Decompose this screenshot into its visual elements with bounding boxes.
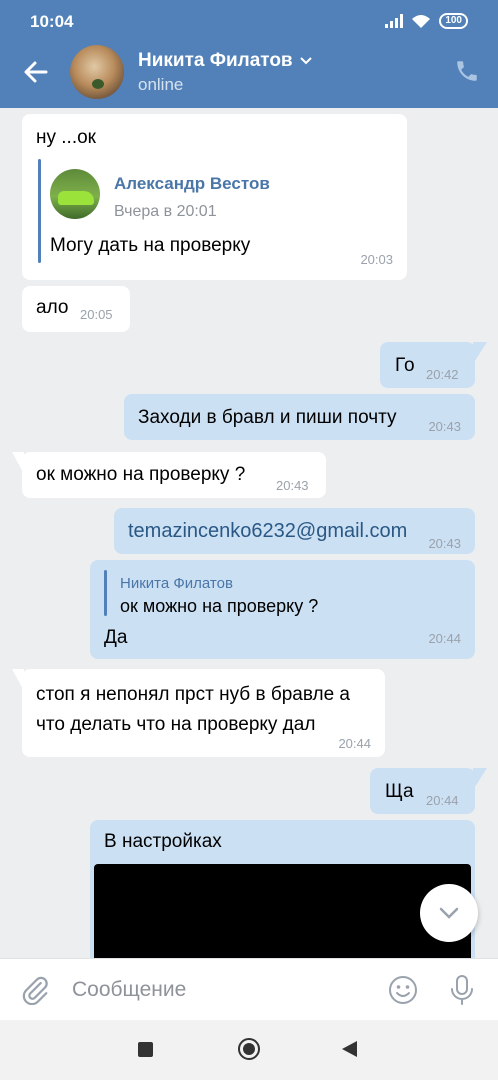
contact-status: online <box>138 75 184 94</box>
microphone-icon[interactable] <box>448 974 476 1006</box>
contact-name[interactable]: Никита Филатов <box>138 50 313 72</box>
message-input[interactable]: Сообщение <box>72 978 186 1002</box>
message-time: 20:44 <box>428 631 461 646</box>
scroll-down-button[interactable] <box>420 884 478 942</box>
signal-icon <box>385 14 404 28</box>
clock: 10:04 <box>30 12 74 31</box>
message-outgoing[interactable]: Ща 20:44 <box>370 768 487 814</box>
message-incoming[interactable]: ну ...ок Александр Вестов Вчера в 20:01 … <box>22 114 407 280</box>
system-navigation-bar <box>0 1020 498 1080</box>
message-text-line2: что делать что на проверку дал <box>36 714 316 735</box>
message-time: 20:43 <box>428 536 461 551</box>
message-incoming[interactable]: ало 20:05 <box>22 286 130 332</box>
message-outgoing[interactable]: Никита Филатов ок можно на проверку ? Да… <box>90 560 475 659</box>
message-input-bar: Сообщение <box>0 958 498 1020</box>
emoji-icon[interactable] <box>388 975 418 1005</box>
message-time: 20:43 <box>276 478 309 493</box>
message-incoming[interactable]: стоп я непонял прст нуб в бравле а что д… <box>12 669 385 757</box>
contact-name-text: Никита Филатов <box>138 50 293 71</box>
status-icons: 100 <box>385 13 468 29</box>
forward-author-avatar[interactable] <box>50 169 100 219</box>
forward-bar <box>38 159 41 263</box>
message-time: 20:03 <box>360 252 393 267</box>
message-outgoing[interactable]: Заходи в бравл и пиши почту 20:43 <box>124 394 475 440</box>
message-text: Ща <box>385 781 414 802</box>
chat-header: 10:04 100 Никита Филатов online <box>0 0 498 108</box>
message-time: 20:44 <box>426 793 459 808</box>
email-link[interactable]: temazincenko6232@gmail.com <box>128 517 407 545</box>
message-time: 20:43 <box>428 419 461 434</box>
forward-date: Вчера в 20:01 <box>114 203 217 220</box>
home-icon[interactable] <box>238 1038 260 1060</box>
system-back-icon[interactable] <box>342 1041 357 1057</box>
attached-image[interactable] <box>94 864 471 958</box>
wifi-icon <box>412 14 431 28</box>
attach-icon[interactable] <box>20 975 50 1005</box>
message-outgoing[interactable]: В настройках <box>90 820 475 958</box>
forward-author[interactable]: Александр Вестов <box>114 170 270 198</box>
message-time: 20:42 <box>426 367 459 382</box>
message-time: 20:05 <box>80 307 113 322</box>
message-outgoing[interactable]: Го 20:42 <box>380 342 487 388</box>
message-text: Заходи в бравл и пиши почту <box>138 407 397 428</box>
status-bar: 10:04 100 <box>0 0 498 44</box>
avatar[interactable] <box>70 45 124 99</box>
chevron-down-icon <box>299 57 312 65</box>
recents-icon[interactable] <box>138 1042 153 1057</box>
phone-icon[interactable] <box>454 58 480 84</box>
message-text: ало <box>36 297 69 318</box>
message-text: В настройках <box>104 831 222 852</box>
message-text: Го <box>395 355 415 376</box>
back-arrow-icon[interactable] <box>22 58 50 86</box>
message-incoming[interactable]: ок можно на проверку ? 20:43 <box>12 452 326 498</box>
message-text: Да <box>104 627 128 648</box>
message-outgoing[interactable]: temazincenko6232@gmail.com 20:43 <box>114 508 475 554</box>
message-time: 20:44 <box>338 736 371 751</box>
battery-indicator: 100 <box>439 13 468 29</box>
reply-text: ок можно на проверку ? <box>120 596 319 616</box>
message-text: ок можно на проверку ? <box>36 464 246 485</box>
forward-text: Могу дать на проверку <box>50 235 251 256</box>
reply-bar <box>104 570 107 616</box>
message-list[interactable]: ну ...ок Александр Вестов Вчера в 20:01 … <box>0 108 498 958</box>
chevron-down-icon <box>439 907 459 919</box>
message-text-line1: стоп я непонял прст нуб в бравле а <box>36 684 351 705</box>
message-text: ну ...ок <box>36 127 96 148</box>
